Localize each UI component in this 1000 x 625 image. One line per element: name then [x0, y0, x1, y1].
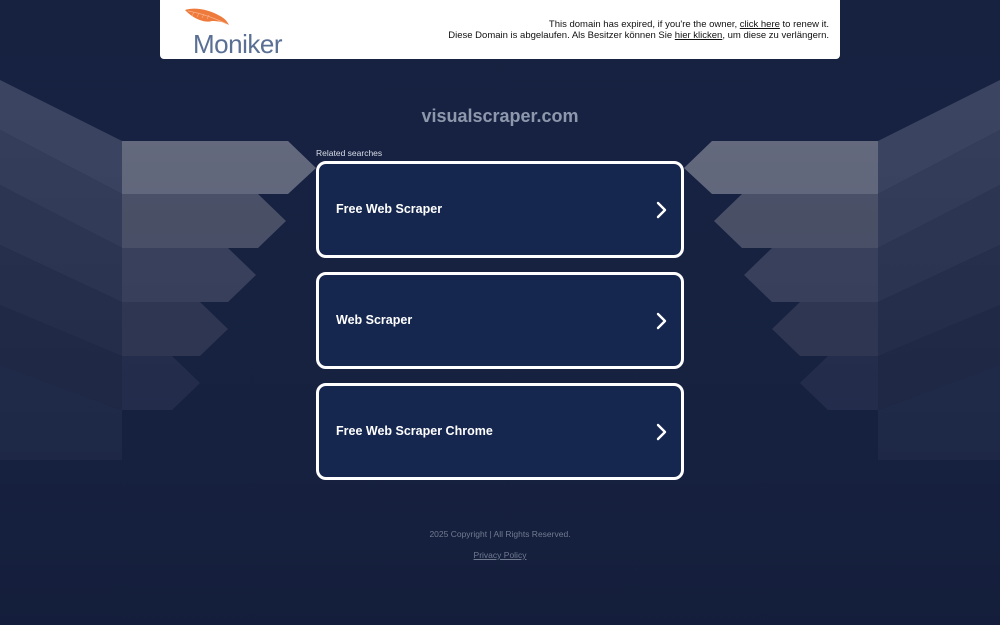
chevron-right-icon [656, 201, 667, 219]
related-search-label: Free Web Scraper Chrome [336, 424, 493, 438]
copyright-text: 2025 Copyright | All Rights Reserved. [429, 529, 571, 539]
related-search-button[interactable]: Free Web Scraper [316, 161, 684, 258]
domain-title: visualscraper.com [421, 106, 579, 126]
renew-link-de[interactable]: hier klicken [675, 30, 723, 41]
chevron-right-icon [656, 423, 667, 441]
expiry-line-de: Diese Domain is abgelaufen. Als Besitzer… [448, 30, 829, 41]
renew-link-en[interactable]: click here [740, 19, 780, 30]
related-search-label: Free Web Scraper [336, 202, 443, 216]
privacy-policy-link[interactable]: Privacy Policy [474, 550, 527, 560]
expiry-line-en: This domain has expired, if you're the o… [548, 19, 829, 30]
expiry-notice: This domain has expired, if you're the o… [448, 19, 829, 41]
related-search-button[interactable]: Web Scraper [316, 272, 684, 369]
feather-quill-icon [185, 8, 229, 25]
related-search-label: Web Scraper [336, 313, 413, 327]
related-search-button[interactable]: Free Web Scraper Chrome [316, 383, 684, 480]
top-bar: Moniker This domain has expired, if you'… [160, 0, 840, 59]
moniker-logo[interactable]: Moniker [176, 6, 282, 59]
related-searches-label: Related searches [316, 148, 383, 158]
chevron-right-icon [656, 312, 667, 330]
logo-text: Moniker [193, 29, 282, 59]
privacy-policy: Privacy Policy [0, 549, 1000, 561]
